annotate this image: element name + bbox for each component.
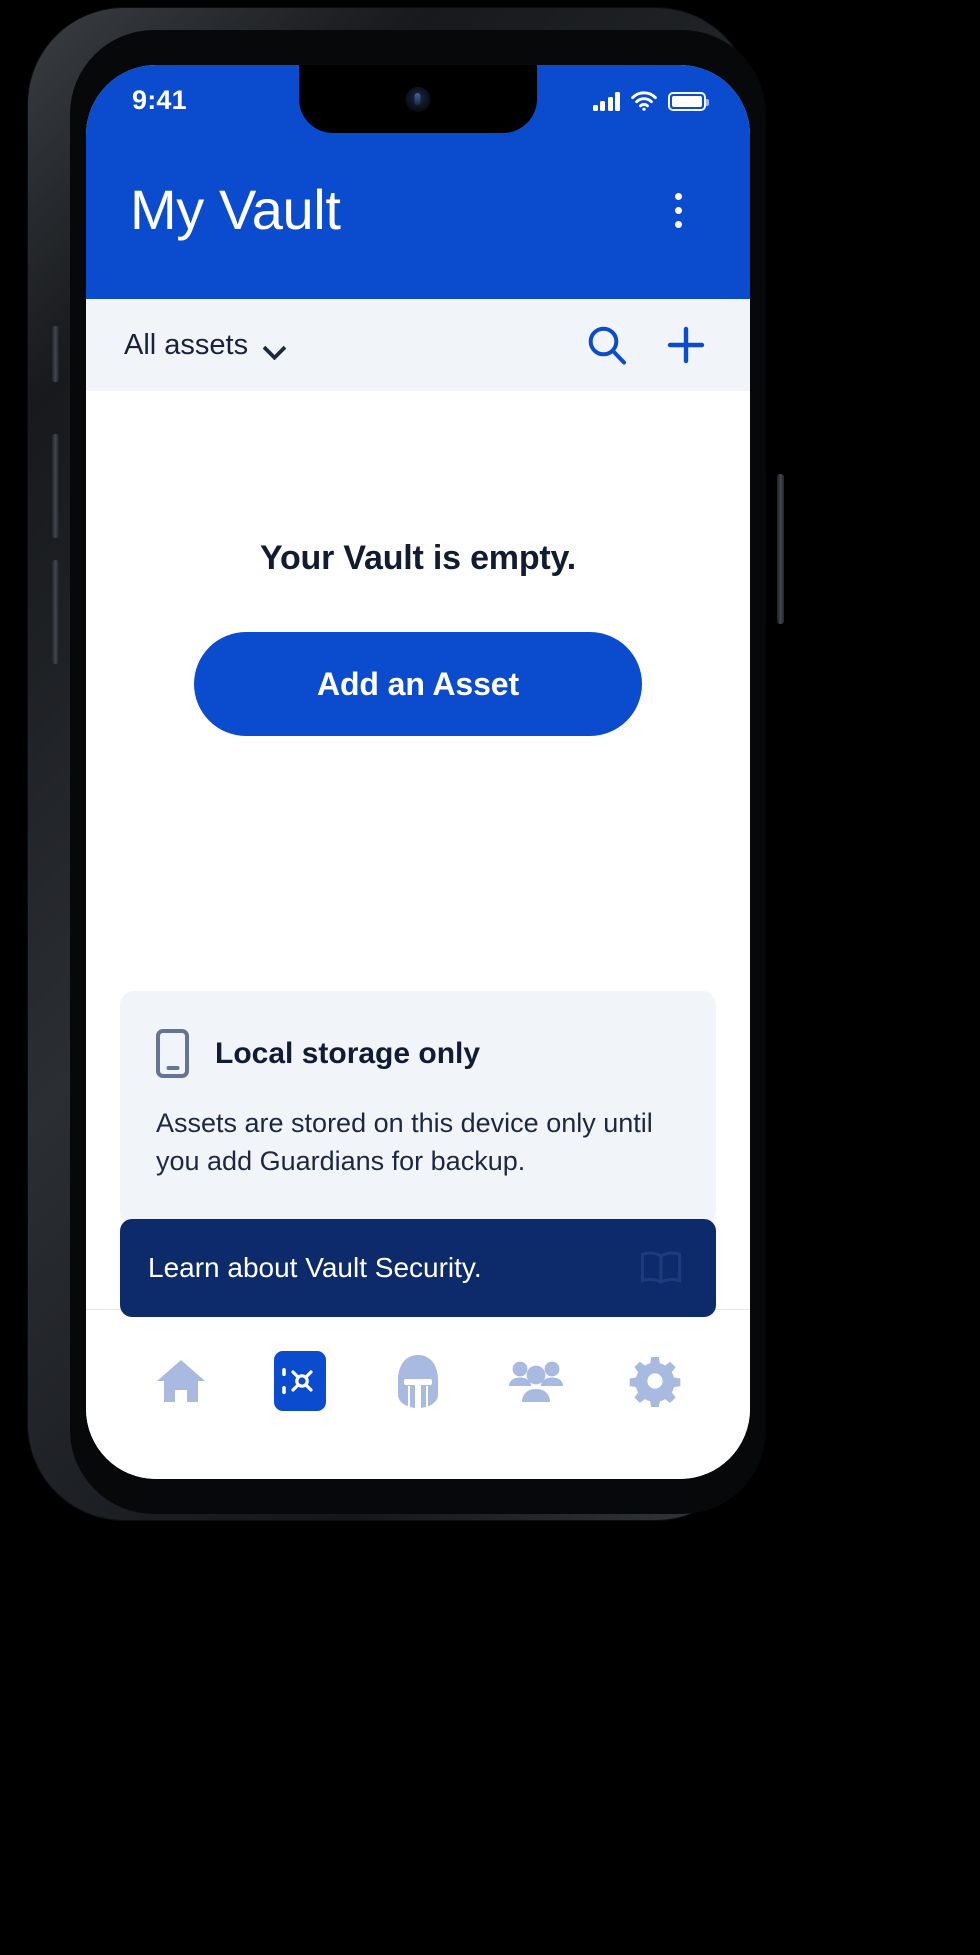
cellular-signal-icon <box>592 92 620 111</box>
vault-safe-icon <box>281 1368 313 1394</box>
plus-icon <box>667 326 705 364</box>
tab-settings[interactable] <box>596 1350 714 1412</box>
local-storage-info-card: Local storage only Assets are stored on … <box>120 991 716 1225</box>
page-title: My Vault <box>130 178 341 241</box>
add-asset-icon-button[interactable] <box>664 323 708 367</box>
search-icon <box>588 326 626 365</box>
tab-home[interactable] <box>122 1350 240 1412</box>
search-button[interactable] <box>586 324 628 366</box>
asset-filter-label: All assets <box>124 328 249 361</box>
phone-screen: 9:41 My Vault All assets Your Vault is e… <box>86 65 750 1479</box>
tab-vault-active-indicator <box>273 1351 326 1411</box>
gear-icon <box>629 1357 681 1407</box>
helmet-icon <box>398 1355 439 1408</box>
status-bar-icons <box>592 91 709 111</box>
info-card-title: Local storage only <box>215 1036 481 1070</box>
info-card-header: Local storage only <box>156 1029 680 1078</box>
front-camera-icon <box>405 87 431 112</box>
tab-guardian[interactable] <box>359 1350 477 1412</box>
power-button[interactable] <box>777 474 784 624</box>
people-group-icon <box>509 1361 564 1402</box>
display-notch <box>299 65 537 133</box>
volume-down-button[interactable] <box>52 560 59 664</box>
more-vertical-icon[interactable] <box>652 182 704 238</box>
add-asset-button[interactable]: Add an Asset <box>194 632 642 736</box>
vault-content: Your Vault is empty. Add an Asset Local … <box>86 391 750 1317</box>
open-book-icon <box>640 1251 682 1285</box>
asset-filter-dropdown[interactable]: All assets <box>124 329 284 362</box>
volume-up-button[interactable] <box>52 434 59 538</box>
bottom-tab-bar <box>86 1309 750 1479</box>
filter-toolbar-actions <box>586 323 708 367</box>
wifi-icon <box>631 91 657 111</box>
chevron-down-icon <box>264 340 284 351</box>
tab-vault[interactable] <box>240 1350 358 1412</box>
empty-state-title: Your Vault is empty. <box>260 539 576 577</box>
mute-switch[interactable] <box>52 326 59 382</box>
status-bar-time: 9:41 <box>132 84 187 115</box>
tab-people[interactable] <box>477 1350 595 1412</box>
mobile-phone-icon <box>156 1029 189 1078</box>
app-bar: My Vault <box>86 133 750 299</box>
info-card-body: Assets are stored on this device only un… <box>156 1108 653 1177</box>
learn-banner-label: Learn about Vault Security. <box>148 1252 482 1283</box>
battery-full-icon <box>668 92 709 111</box>
phone-device-frame: 9:41 My Vault All assets Your Vault is e… <box>28 8 784 1520</box>
empty-state: Your Vault is empty. Add an Asset <box>120 539 716 736</box>
home-icon <box>157 1360 206 1402</box>
learn-vault-security-banner[interactable]: Learn about Vault Security. <box>120 1219 716 1317</box>
filter-toolbar: All assets <box>86 299 750 391</box>
